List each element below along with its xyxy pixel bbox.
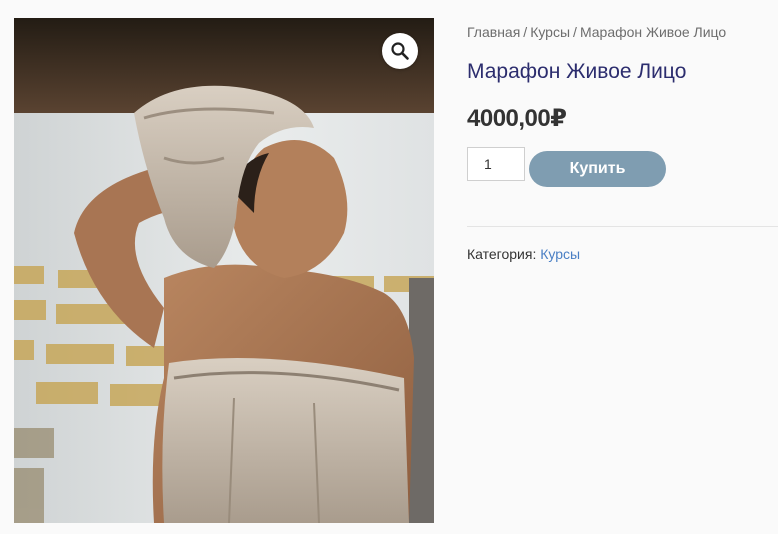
breadcrumb-separator: / xyxy=(573,24,577,40)
zoom-button[interactable] xyxy=(382,33,418,69)
breadcrumb-courses[interactable]: Курсы xyxy=(530,24,570,40)
quantity-input[interactable] xyxy=(467,147,525,181)
product-meta: Категория: Курсы xyxy=(467,246,580,262)
breadcrumb: Главная / Курсы / Марафон Живое Лицо xyxy=(467,24,726,40)
search-icon xyxy=(391,42,409,60)
product-title: Марафон Живое Лицо xyxy=(467,60,687,83)
buy-button[interactable]: Купить xyxy=(529,151,666,187)
breadcrumb-separator: / xyxy=(523,24,528,40)
category-link[interactable]: Курсы xyxy=(540,246,580,262)
category-label: Категория: xyxy=(467,246,537,262)
product-page: Главная / Курсы / Марафон Живое Лицо Марафон… xyxy=(0,0,778,534)
breadcrumb-current: Марафон Живое Лицо xyxy=(579,24,727,40)
product-image[interactable] xyxy=(14,18,434,523)
breadcrumb-home[interactable]: Главная xyxy=(467,24,520,40)
product-photo xyxy=(14,18,434,523)
product-price: 4000,00₽ xyxy=(467,105,567,132)
divider xyxy=(467,226,778,227)
